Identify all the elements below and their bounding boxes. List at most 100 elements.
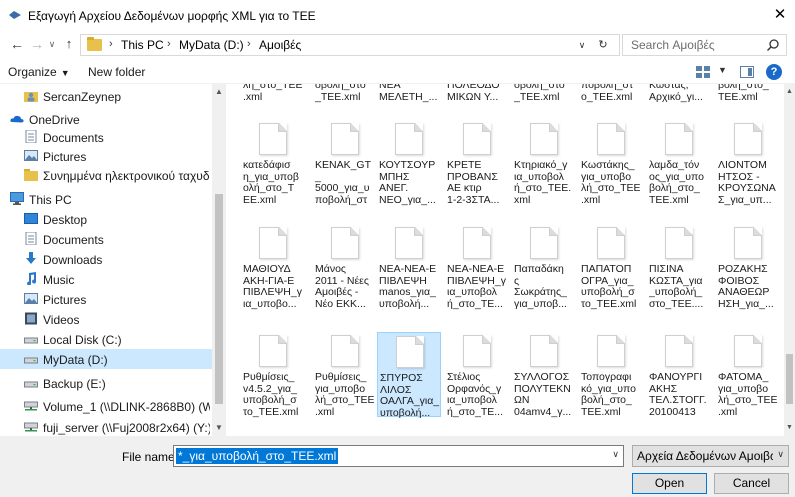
xml-file-icon bbox=[395, 227, 423, 259]
file-name: ΣΥΛΛΟΓΟΣ ΠΟΛΥΤΕΚΝ ΩΝ 04amv4_γ... bbox=[514, 372, 572, 418]
file-list-scrollbar[interactable]: ▲ ▼ bbox=[784, 84, 795, 436]
file-item[interactable]: λαμδα_τόν ος_για_υπο βολή_στο_ ΤΕΕ.xml bbox=[647, 120, 711, 205]
file-item[interactable]: Κωστάκης_ για_υποβο λή_στο_ΤΕΕ .xml bbox=[579, 120, 643, 205]
xml-file-icon bbox=[331, 123, 359, 155]
breadcrumb-this-pc[interactable]: This PC bbox=[121, 38, 164, 52]
file-item[interactable]: Τοπογραφι κό_για_υπο βολή_στο_ ΤΕΕ.xml bbox=[579, 332, 643, 417]
file-type-value: Αρχεία Δεδομένων Αμοιβών γι bbox=[637, 449, 773, 463]
file-item[interactable]: Παπαδάκη ς Σωκράτης_ για_υποβ... bbox=[512, 224, 576, 309]
cancel-button[interactable]: Cancel bbox=[714, 473, 789, 494]
file-name-input[interactable]: *_για_υποβολή_στο_ΤΕΕ.xml bbox=[176, 448, 339, 464]
file-item[interactable]: Κτηριακό_γ ια_υποβολ ή_στο_ΤΕΕ. xml bbox=[512, 120, 576, 205]
navigation-pane-scrollbar[interactable]: ▲ ▼ bbox=[212, 84, 226, 436]
xml-file-icon bbox=[597, 123, 625, 155]
xml-file-icon bbox=[597, 335, 625, 367]
open-button[interactable]: Open bbox=[632, 473, 707, 494]
sidebar-item[interactable]: OneDrive bbox=[0, 109, 212, 129]
file-name: ΠΟΛΕΟΔΟ ΜΙΚΩΝ Υ... bbox=[447, 84, 500, 103]
sidebar-item[interactable]: SercanZeynep bbox=[0, 86, 212, 106]
documents-icon bbox=[24, 129, 38, 144]
desktop-icon bbox=[24, 212, 38, 225]
file-item[interactable]: κατεδάφισ η_για_υποβ ολή_στο_Τ ΕΕ.xml bbox=[241, 120, 305, 205]
sidebar-item[interactable]: Συνημμένα ηλεκτρονικού ταχυδρομείου bbox=[0, 165, 212, 185]
xml-file-icon bbox=[530, 335, 558, 367]
file-item[interactable]: ΚΟΥΤΣΟΥΡ ΜΠΗΣ ΑΝΕΓ. ΝΕΟ_για_... bbox=[377, 120, 441, 205]
sidebar-item[interactable]: Pictures bbox=[0, 289, 212, 309]
sidebar-item[interactable]: Local Disk (C:) bbox=[0, 329, 212, 349]
sidebar-item[interactable]: Documents bbox=[0, 229, 212, 249]
file-item[interactable]: ΝΕΑ-ΝΕΑ-Ε ΠΙΒΛΕΨΗ manos_για_ υποβολή... bbox=[377, 224, 441, 309]
forward-button[interactable]: → bbox=[28, 34, 46, 54]
close-button[interactable]: ✕ bbox=[765, 0, 795, 30]
file-item[interactable]: ΣΥΛΛΟΓΟΣ ΠΟΛΥΤΕΚΝ ΩΝ 04amv4_γ... bbox=[512, 332, 576, 417]
breadcrumb-amoives[interactable]: Αμοιβές bbox=[259, 38, 301, 52]
file-item[interactable]: ΛΙΟΝΤΟΜ ΗΤΣΟΣ - ΚΡΟΥΣΩΝΑ Σ_για_υπ... bbox=[716, 120, 780, 205]
xml-file-icon bbox=[530, 227, 558, 259]
sidebar-item[interactable]: Documents bbox=[0, 127, 212, 147]
drive-icon bbox=[24, 332, 38, 345]
file-item[interactable]: ΦΑΝΟΥΡΓΙ ΑΚΗΣ ΤΕΛ.ΣΤΟΓΓ. 20100413_... bbox=[647, 332, 711, 418]
scroll-down-arrow[interactable]: ▼ bbox=[212, 422, 226, 434]
file-item[interactable]: Στέλιος Ορφανός_γ ια_υποβολ ή_στο_ΤΕ... bbox=[445, 332, 509, 417]
file-name-label: File name: bbox=[122, 450, 179, 464]
up-button[interactable]: ↑ bbox=[60, 34, 78, 54]
file-item[interactable]: ΝΕΑ-ΝΕΑ-Ε ΠΙΒΛΕΨΗ_γ ια_υποβολ ή_στο_ΤΕ..… bbox=[445, 224, 509, 309]
organize-button[interactable]: Organize ▼ bbox=[8, 65, 70, 79]
refresh-button[interactable]: ↻ bbox=[595, 37, 611, 53]
view-options-dropdown[interactable]: ▼ bbox=[718, 65, 727, 75]
recent-locations-button[interactable]: ∨ bbox=[46, 34, 58, 54]
sidebar-item[interactable]: MyData (D:) bbox=[0, 349, 212, 369]
folder-icon bbox=[87, 37, 102, 51]
change-view-icon[interactable] bbox=[696, 66, 710, 78]
sidebar-item[interactable]: Pictures bbox=[0, 146, 212, 166]
address-bar[interactable]: › This PC › MyData (D:) › Αμοιβές ∨ ↻ bbox=[80, 34, 620, 56]
file-name: ΣΠΥΡΟΣ ΛΙΛΟΣ ΟΑΛΓΑ_για_ υποβολή... bbox=[380, 373, 440, 419]
file-item[interactable]: ΜΑΘΙΟΥΔ ΑΚΗ-ΓΙΑ-Ε ΠΙΒΛΕΨΗ_γ ια_υποβο... bbox=[241, 224, 305, 309]
scroll-down-arrow[interactable]: ▼ bbox=[784, 422, 795, 434]
dialog-footer: File name: *_για_υποβολή_στο_ΤΕΕ.xml ∨ Α… bbox=[0, 436, 795, 497]
sidebar-item[interactable]: Backup (E:) bbox=[0, 373, 212, 393]
sidebar-item[interactable]: Music bbox=[0, 269, 212, 289]
sidebar-item[interactable]: Downloads bbox=[0, 249, 212, 269]
search-icon[interactable] bbox=[766, 38, 780, 52]
sidebar-item[interactable]: Desktop bbox=[0, 209, 212, 229]
scroll-up-arrow[interactable]: ▲ bbox=[212, 86, 226, 98]
xml-file-icon bbox=[259, 335, 287, 367]
file-item[interactable]: ΣΠΥΡΟΣ ΛΙΛΟΣ ΟΑΛΓΑ_για_ υποβολή... bbox=[377, 332, 441, 419]
sidebar-item[interactable]: fuji_server (\\Fuj2008r2x64) (Y:) bbox=[0, 417, 212, 436]
new-folder-button[interactable]: New folder bbox=[88, 65, 145, 79]
file-item[interactable]: ΦΑΤΟΜΑ_ για_υποβο λή_στο_ΤΕΕ .xml bbox=[716, 332, 780, 417]
sidebar-item[interactable]: This PC bbox=[0, 189, 212, 209]
network-drive-icon bbox=[24, 399, 38, 412]
file-name: Ρυθμίσεις_ v4.5.2_για_ υποβολή_σ το_ΤΕΕ.… bbox=[243, 372, 299, 418]
scrollbar-thumb[interactable] bbox=[786, 354, 793, 404]
scrollbar-thumb[interactable] bbox=[215, 194, 223, 404]
sidebar-item-label: Local Disk (C:) bbox=[43, 333, 122, 347]
file-item[interactable]: ΠΙΣΙΝΑ ΚΩΣΤΑ_για _υποβολή_ στο_ΤΕΕ.... bbox=[647, 224, 711, 309]
file-name: Κωστάκης_ για_υποβο λή_στο_ΤΕΕ .xml bbox=[581, 160, 641, 206]
preview-pane-button[interactable] bbox=[740, 66, 754, 78]
file-name: Μάνος 2011 - Νέες Αμοιβές - Νέο ΕΚΚ... bbox=[315, 264, 369, 310]
music-icon bbox=[24, 272, 38, 286]
file-item[interactable]: ΡΟΖΑΚΗΣ ΦΟΙΒΟΣ ΑΝΑΘΕΩΡ ΗΣΗ_για_... bbox=[716, 224, 780, 309]
file-item[interactable]: Ρυθμίσεις_ v4.5.2_για_ υποβολή_σ το_ΤΕΕ.… bbox=[241, 332, 305, 417]
app-icon bbox=[9, 11, 21, 19]
file-type-select[interactable]: Αρχεία Δεδομένων Αμοιβών γι ∨ bbox=[632, 445, 789, 467]
file-name: ποβολή_στ ο_ΤΕΕ.xml bbox=[581, 84, 634, 103]
address-dropdown-button[interactable]: ∨ bbox=[575, 37, 589, 53]
sidebar-item[interactable]: Videos bbox=[0, 309, 212, 329]
file-item[interactable]: Μάνος 2011 - Νέες Αμοιβές - Νέο ΕΚΚ... bbox=[313, 224, 377, 309]
file-name-combobox[interactable]: *_για_υποβολή_στο_ΤΕΕ.xml ∨ bbox=[173, 445, 624, 467]
search-input[interactable] bbox=[623, 35, 763, 55]
scroll-up-arrow[interactable]: ▲ bbox=[784, 86, 795, 98]
help-button[interactable]: ? bbox=[766, 64, 782, 80]
xml-file-icon bbox=[665, 227, 693, 259]
file-item[interactable]: Ρυθμίσεις_ για_υποβο λή_στο_ΤΕΕ .xml bbox=[313, 332, 377, 417]
file-item[interactable]: ΠΑΠΑΤΟΠ ΟΓΡΑ_για_ υποβολή_σ το_ΤΕΕ.xml bbox=[579, 224, 643, 309]
chevron-down-icon[interactable]: ∨ bbox=[612, 449, 619, 460]
sidebar-item[interactable]: Volume_1 (\\DLINK-2868B0) (W:) bbox=[0, 396, 212, 416]
breadcrumb-mydata[interactable]: MyData (D:) bbox=[179, 38, 244, 52]
back-button[interactable]: ← bbox=[8, 34, 26, 54]
file-item[interactable]: ΚΡΕΤΕ ΠΡΟΒΑΝΣ ΑΕ κτιρ 1-2-3ΣΤΑ... bbox=[445, 120, 509, 205]
file-item[interactable]: KENAK_GT_ 5000_για_υ ποβολή_στ ο_ΤΕΕ.xml bbox=[313, 120, 377, 206]
